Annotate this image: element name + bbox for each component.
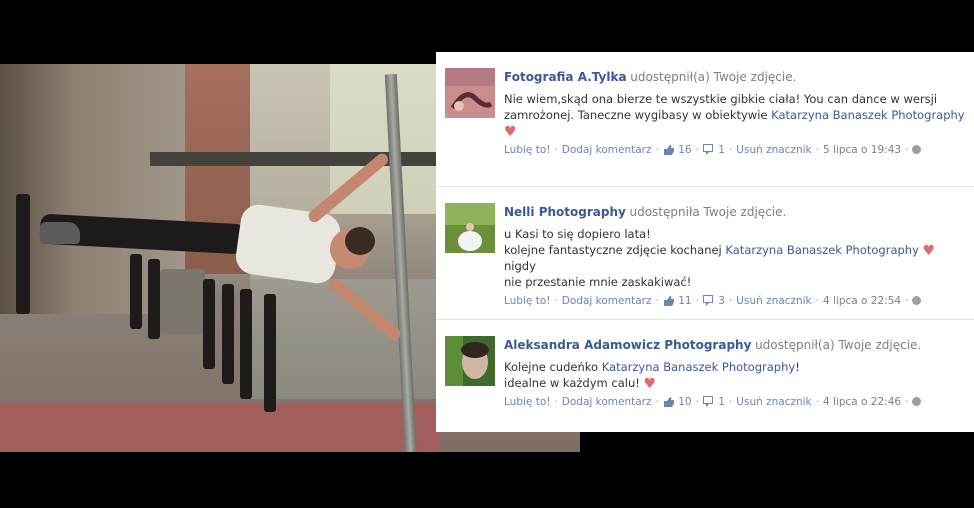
page-mention-link[interactable]: Katarzyna Banaszek Photography (602, 360, 795, 374)
remove-tag-button[interactable]: Usuń znacznik (736, 295, 811, 307)
thumbs-up-icon (663, 144, 675, 160)
add-comment-button[interactable]: Dodaj komentarz (562, 396, 652, 408)
page-mention-link[interactable]: Katarzyna Banaszek Photography (725, 243, 918, 257)
message-text: nigdy (504, 259, 536, 273)
add-comment-button[interactable]: Dodaj komentarz (562, 295, 652, 307)
shared-text: udostępnił(a) Twoje zdjęcie. (755, 338, 922, 352)
message-text: idealne w każdym calu! (504, 376, 644, 390)
thumbs-up-icon (663, 396, 675, 412)
heart-icon: ♥ (643, 376, 657, 392)
avatar-image (445, 336, 495, 386)
message-text: zamrożonej. Taneczne wygibasy w obiektyw… (504, 108, 772, 122)
like-button[interactable]: Lubię to! (504, 396, 550, 408)
shares-panel: Fotografia A.Tylka udostępnił(a) Twoje z… (436, 52, 974, 432)
photo-person-shirt (233, 202, 343, 286)
photo-bollard (148, 259, 160, 339)
photo-person-shoe (40, 222, 80, 244)
share-item: Fotografia A.Tylka udostępnił(a) Twoje z… (436, 52, 974, 187)
photo-person-hair (345, 227, 375, 255)
thumbs-up-icon (663, 295, 675, 311)
globe-icon (912, 397, 922, 406)
remove-tag-button[interactable]: Usuń znacznik (736, 144, 811, 156)
avatar[interactable] (445, 68, 495, 118)
message-text: u Kasi to się dopiero lata! (504, 227, 651, 241)
photo-bollard (222, 284, 234, 384)
post-date[interactable]: 4 lipca o 22:46 (823, 396, 901, 408)
likes-count[interactable]: 11 (678, 295, 691, 307)
action-bar: Lubię to! · Dodaj komentarz · 11 · 3 · Usuń zn… (504, 293, 966, 311)
author-link[interactable]: Nelli Photography (504, 205, 626, 219)
message-text: ! (795, 360, 800, 374)
message-text: Nie wiem,skąd ona bierze te wszystkie gi… (504, 92, 938, 106)
photo-red-sidewalk (0, 404, 440, 452)
photo-bollard (203, 279, 215, 369)
heart-icon: ♥ (922, 243, 936, 259)
photo-bollard (264, 294, 276, 412)
action-bar: Lubię to! · Dodaj komentarz · 16 · 1 · Usuń zn… (504, 142, 966, 160)
shares-count[interactable]: 1 (718, 144, 725, 156)
action-bar: Lubię to! · Dodaj komentarz · 10 · 1 · Usuń zn… (504, 394, 966, 412)
add-comment-button[interactable]: Dodaj komentarz (562, 144, 652, 156)
heart-icon: ♥ (504, 124, 517, 140)
like-button[interactable]: Lubię to! (504, 144, 550, 156)
share-item: Nelli Photography udostępniła Twoje zdję… (436, 187, 974, 320)
post-date[interactable]: 4 lipca o 22:54 (823, 295, 901, 307)
likes-count[interactable]: 10 (678, 396, 691, 408)
shares-count[interactable]: 1 (718, 396, 725, 408)
like-button[interactable]: Lubię to! (504, 295, 550, 307)
author-link[interactable]: Fotografia A.Tylka (504, 70, 627, 84)
avatar-image (445, 203, 495, 253)
share-icon (702, 396, 715, 412)
likes-count[interactable]: 16 (678, 144, 691, 156)
avatar[interactable] (445, 203, 495, 253)
message-text: nie przestanie mnie zaskakiwać! (504, 275, 692, 289)
photo-bollard (240, 289, 252, 399)
post-date[interactable]: 5 lipca o 19:43 (823, 144, 901, 156)
photo-bollard (16, 194, 30, 314)
avatar-image (445, 68, 495, 118)
avatar[interactable] (445, 336, 495, 386)
message-text: Kolejne cudeńko (504, 360, 602, 374)
share-icon (702, 295, 715, 311)
photo-bollard (130, 254, 142, 329)
shares-count[interactable]: 3 (718, 295, 725, 307)
author-link[interactable]: Aleksandra Adamowicz Photography (504, 338, 751, 352)
shared-text: udostępniła Twoje zdjęcie. (629, 205, 787, 219)
shared-text: udostępnił(a) Twoje zdjęcie. (630, 70, 797, 84)
globe-icon (912, 145, 922, 154)
photo-bin (160, 269, 205, 334)
globe-icon (912, 296, 922, 305)
page-mention-link[interactable]: Katarzyna Banaszek Photography (771, 108, 964, 122)
share-item: Aleksandra Adamowicz Photography udostęp… (436, 320, 974, 432)
message-text: kolejne fantastyczne zdjęcie kochanej (504, 243, 726, 257)
share-icon (702, 144, 715, 160)
remove-tag-button[interactable]: Usuń znacznik (736, 396, 811, 408)
